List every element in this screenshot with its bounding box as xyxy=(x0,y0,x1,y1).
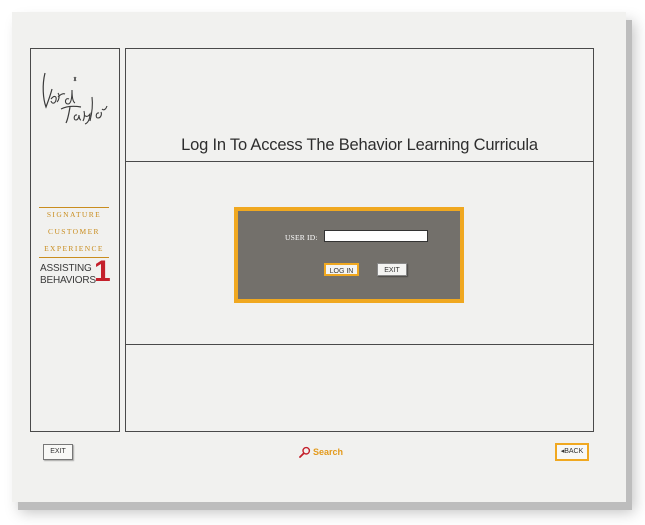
signature-line-3: EXPERIENCE xyxy=(44,244,104,253)
exit-button[interactable]: EXIT xyxy=(43,444,73,460)
signature-line-1: SIGNATURE xyxy=(46,210,102,219)
search-icon xyxy=(299,446,311,458)
search-link[interactable]: Search xyxy=(299,445,343,459)
main-panel: Log In To Access The Behavior Learning C… xyxy=(125,48,594,432)
module-title-line-2: BEHAVIORS xyxy=(40,275,96,286)
login-button[interactable]: LOG IN xyxy=(324,263,359,276)
title-divider xyxy=(126,161,593,162)
login-exit-button[interactable]: EXIT xyxy=(377,263,407,276)
search-label: Search xyxy=(313,447,344,457)
back-button[interactable]: ◂BACK xyxy=(555,443,589,461)
bottom-divider xyxy=(126,344,593,345)
brand-logo xyxy=(42,72,108,125)
back-label: BACK xyxy=(564,448,584,455)
module-number: 1 xyxy=(94,255,111,288)
signature-line-2: CUSTOMER xyxy=(48,227,100,236)
app-window: SIGNATURE CUSTOMER EXPERIENCE ASSISTING … xyxy=(12,12,626,502)
login-panel: USER ID: LOG IN EXIT xyxy=(234,207,464,303)
module-title: ASSISTING BEHAVIORS xyxy=(40,263,96,287)
signature-rule-top xyxy=(39,207,109,208)
user-id-input[interactable] xyxy=(324,230,428,242)
user-id-label: USER ID: xyxy=(285,233,318,242)
module-title-line-1: ASSISTING xyxy=(40,263,92,274)
sidebar: SIGNATURE CUSTOMER EXPERIENCE ASSISTING … xyxy=(30,48,120,432)
page-title: Log In To Access The Behavior Learning C… xyxy=(181,136,538,154)
